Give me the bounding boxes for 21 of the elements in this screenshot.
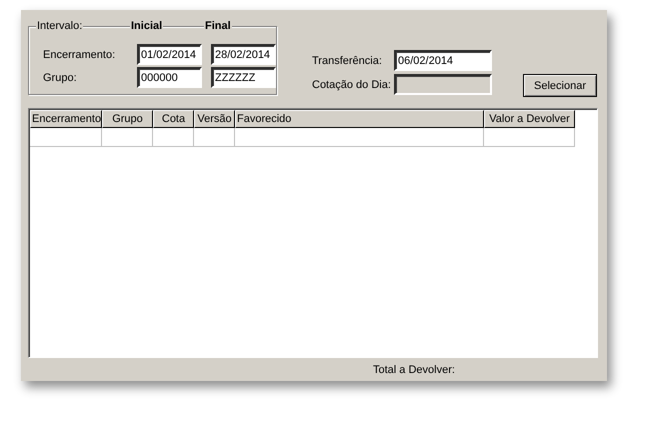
table-cell [30, 128, 102, 147]
field-label: Cotação do Dia: [312, 78, 392, 92]
table-cell [153, 128, 194, 147]
column-header[interactable]: Versão [194, 110, 235, 128]
field-label: Encerramento: [43, 48, 116, 62]
table-cell [102, 128, 153, 147]
column-header[interactable]: Favorecido [235, 110, 484, 128]
input-field[interactable]: ZZZZZZ [211, 67, 276, 88]
input-field[interactable]: 06/02/2014 [394, 50, 492, 71]
column-header[interactable]: Valor a Devolver [484, 110, 575, 128]
column-header[interactable]: Cota [153, 110, 194, 128]
input-field[interactable]: 01/02/2014 [137, 44, 202, 65]
field-label: Transferência: [312, 54, 383, 68]
column-header[interactable]: Encerramento [30, 110, 102, 128]
field-label: Grupo: [43, 70, 78, 86]
column-header[interactable]: Grupo [102, 110, 153, 128]
total-label: Total a Devolver: [373, 364, 456, 376]
table-cell [194, 128, 235, 147]
input-field[interactable]: 000000 [137, 67, 202, 88]
input-field[interactable]: 28/02/2014 [211, 44, 276, 65]
select-button[interactable]: Selecionar [523, 74, 597, 97]
